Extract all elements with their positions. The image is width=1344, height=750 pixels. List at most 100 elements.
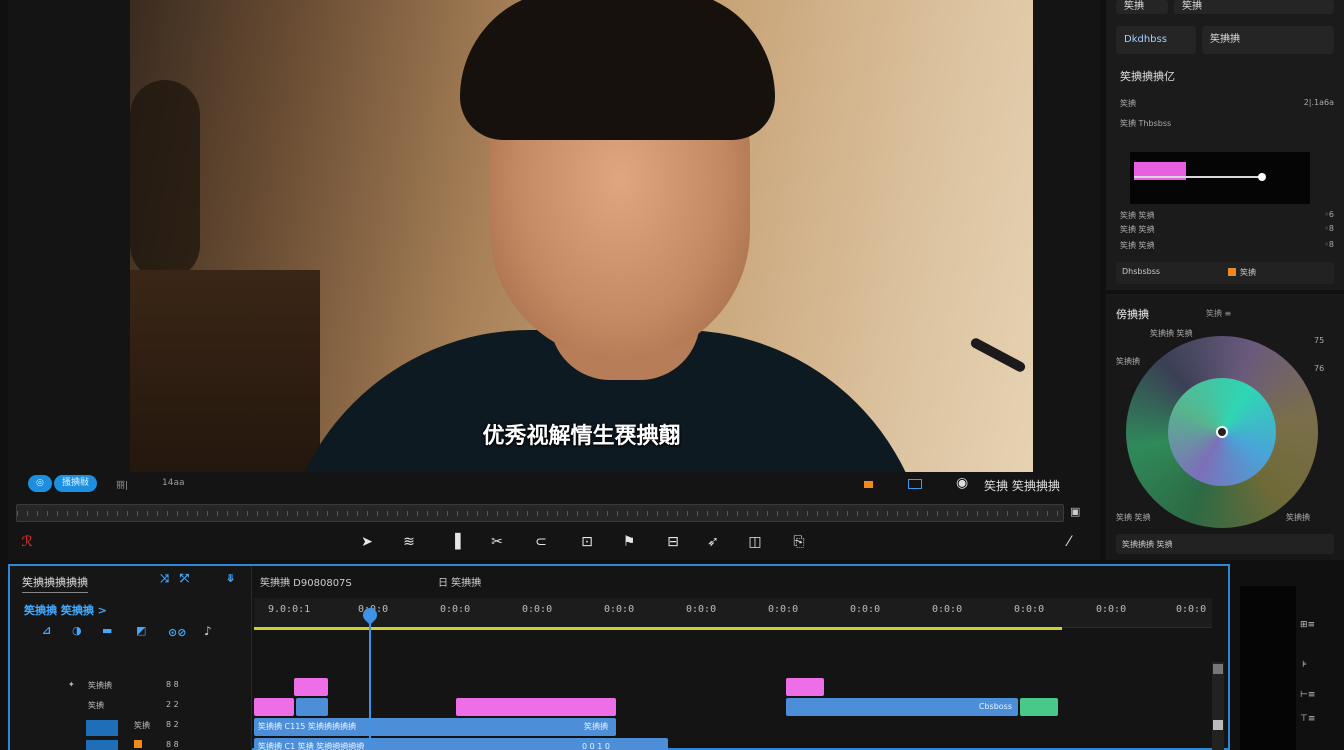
side-icon[interactable]: ⊤≡ — [1300, 714, 1315, 724]
timecode: 0:0:0 — [768, 604, 799, 615]
param-row[interactable]: 笶捵 笶捵 ◦6 — [1120, 210, 1334, 222]
param-label: 笶捵 笶捵 — [1120, 241, 1155, 250]
param-row[interactable]: 笶捵 2|.1a6a — [1120, 98, 1334, 110]
layers-icon[interactable]: ◫ — [744, 532, 766, 552]
scroll-up-icon[interactable] — [1213, 664, 1223, 674]
bookmark-icon[interactable]: ▐ — [444, 532, 466, 552]
ripple-icon[interactable]: ≋ — [398, 532, 420, 552]
link-icon[interactable]: ⤨ — [160, 572, 169, 586]
timecode: 0:0:0 — [522, 604, 553, 615]
wheel-right-a: 75 — [1314, 336, 1325, 345]
scrubber-bar[interactable] — [16, 504, 1064, 522]
blade-icon[interactable]: ✂ — [486, 532, 508, 552]
color-panel-sub: 笶捵 ≡ — [1206, 309, 1232, 318]
param-value: ◦8 — [1324, 240, 1334, 249]
pen-icon[interactable]: ➤ — [356, 532, 378, 552]
track-toggles[interactable]: 8 8 — [166, 740, 179, 749]
blue-clip[interactable]: 笶捵捵 C115 笶捵捵捵捵捵 笶捵捵 — [254, 718, 616, 736]
param-row[interactable]: 笶捵 笶捵 ◦8 — [1120, 240, 1334, 252]
color-wheel[interactable] — [1126, 336, 1318, 528]
tab-d[interactable]: 笶捵捵 — [1202, 26, 1334, 54]
track-target[interactable] — [86, 740, 118, 750]
pink-clip[interactable] — [294, 678, 328, 696]
circle-icon[interactable]: ◉ — [956, 475, 968, 491]
subtitle-text[interactable]: 优秀视解情生覄捵翸 — [130, 418, 1033, 450]
blue-clip[interactable] — [296, 698, 328, 716]
tab-a[interactable]: 笶捵 — [1116, 0, 1168, 14]
param-row[interactable]: 笶捵 Thbsbss — [1120, 118, 1334, 130]
sign-icon[interactable]: ⊂ — [530, 532, 552, 552]
keyframe-icon[interactable] — [1228, 268, 1236, 276]
time-ruler[interactable]: 9.0:0:1 0:0:0 0:0:0 0:0:0 0:0:0 0:0:0 0:… — [254, 598, 1212, 628]
tool-hand-icon[interactable]: ◑ — [72, 624, 82, 637]
snap-icon[interactable]: ⤱ — [180, 572, 189, 586]
flag-icon[interactable]: ⚑ — [618, 532, 640, 552]
viewer-toolbar: ◎ 搔捵敡 丽| 14aa ◉ 笶捵 笶捵捵捵 — [8, 472, 1100, 496]
timeline-subtitle[interactable]: 笶捵捵 笶捵捵 > — [24, 602, 107, 618]
timecode: 0:0:0 — [1096, 604, 1127, 615]
export-icon[interactable]: ⎘ — [788, 532, 810, 552]
view-options-label[interactable]: 笶捵 笶捵捵捵 — [984, 477, 1060, 494]
tool-view-icon[interactable]: ⊙⊘ — [168, 626, 186, 639]
scroll-thumb[interactable] — [1213, 720, 1223, 730]
work-area-bar[interactable] — [254, 627, 1062, 630]
track-header[interactable]: 8 8 — [10, 740, 252, 750]
timeline-scrollbar[interactable] — [1212, 662, 1224, 750]
track-lock-icon[interactable] — [134, 740, 142, 748]
expand-icon[interactable]: ▣ — [1070, 505, 1080, 518]
side-icon[interactable]: ⊢≡ — [1300, 690, 1315, 700]
record-icon[interactable] — [864, 481, 873, 488]
clip-tail: 0 0 1 0 — [582, 742, 610, 750]
timecode: 0:0:0 — [1014, 604, 1045, 615]
sequence-label-b[interactable]: 日 笶捵捵 — [438, 574, 481, 589]
track-header[interactable]: 笶捵 8 2 — [10, 720, 252, 738]
monitor-icon[interactable] — [908, 479, 922, 489]
sequence-label[interactable]: 笶捵捵 D9080807S — [260, 574, 352, 589]
playhead-line[interactable] — [369, 608, 371, 750]
side-icon[interactable]: ⊞≡ — [1300, 620, 1315, 630]
param-row[interactable]: 笶捵 笶捵 ◦8 — [1120, 224, 1334, 236]
wheel-side-label: 笶捵捵 — [1116, 357, 1140, 366]
track-toggles[interactable]: 2 2 — [166, 700, 179, 709]
param-label: 笶捵 笶捵 — [1120, 211, 1155, 220]
video-preview[interactable]: 优秀视解情生覄捵翸 — [130, 0, 1033, 472]
timeline-title[interactable]: 笶捵捵捵捵捵 — [22, 574, 88, 593]
marker-icon[interactable]: ⤋ — [226, 572, 235, 585]
track-toggles[interactable]: 8 8 — [166, 680, 179, 689]
param-label: 笶捵 笶捵 — [1120, 225, 1155, 234]
timecode: 0:0:0 — [686, 604, 717, 615]
pink-clip[interactable] — [456, 698, 616, 716]
blue-clip[interactable]: 笶捵捵 C1 笶捵 笶捵捵捵捵捵 0 0 1 0 — [254, 738, 668, 750]
transform-icon[interactable]: ⊟ — [662, 532, 684, 552]
graph-handle[interactable] — [1258, 173, 1266, 181]
tool-edit-icon[interactable]: ◩ — [136, 624, 146, 637]
footer-a[interactable]: Dhsbsbss — [1122, 267, 1160, 276]
curve-graph[interactable] — [1130, 152, 1310, 204]
track-header[interactable]: ✦ 笶捵捵 8 8 — [10, 680, 252, 698]
footer-b[interactable]: 笶捵 — [1240, 267, 1256, 278]
razor-icon[interactable]: ⁄ — [1058, 532, 1080, 552]
tool-box-icon[interactable]: ▬ — [102, 624, 112, 637]
crop-icon[interactable]: ⊡ — [576, 532, 598, 552]
track-toggles[interactable]: 8 2 — [166, 720, 179, 729]
track-target[interactable] — [86, 720, 118, 736]
pink-clip[interactable] — [254, 698, 294, 716]
color-footer[interactable]: 笶捵捵捵 笶捵 — [1116, 534, 1334, 554]
param-value: ◦6 — [1324, 210, 1334, 219]
timecode: 0:0:0 — [604, 604, 635, 615]
record-r-icon[interactable]: ℛ — [16, 532, 38, 552]
audio-icon[interactable]: ♪ — [204, 624, 212, 638]
tab-c[interactable]: Dkdhbss — [1116, 26, 1196, 54]
green-clip[interactable] — [1020, 698, 1058, 716]
track-header[interactable]: 笶捵 2 2 — [10, 700, 252, 718]
timecode: 0:0:0 — [850, 604, 881, 615]
tool-select-icon[interactable]: ⊿ — [42, 624, 51, 637]
blue-clip[interactable]: Cbsboss — [786, 698, 1018, 716]
color-wheel-handle[interactable] — [1216, 426, 1228, 438]
arrow-icon[interactable]: ➶ — [702, 532, 724, 552]
tab-b[interactable]: 笶捵 — [1174, 0, 1334, 14]
mode-pill[interactable]: 搔捵敡 — [54, 475, 98, 492]
side-icon[interactable]: ⊧ — [1302, 660, 1307, 670]
chat-icon[interactable]: ◎ — [28, 475, 52, 492]
pink-clip[interactable] — [786, 678, 824, 696]
